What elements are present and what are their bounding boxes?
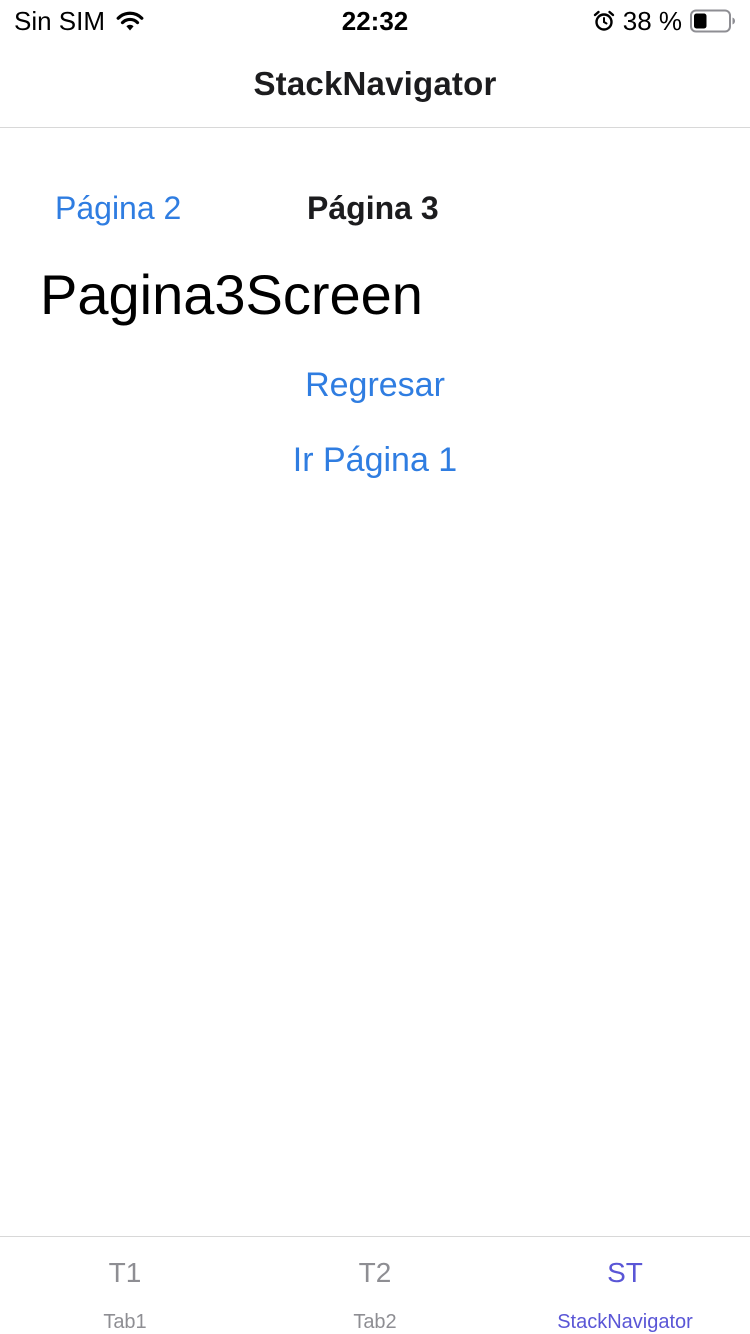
tab2-label: Tab2 — [353, 1311, 397, 1333]
status-left: Sin SIM — [14, 6, 145, 36]
pagina2-link[interactable]: Página 2 — [55, 190, 181, 227]
battery-percent: 38 % — [622, 5, 682, 36]
tab-bar: T1 Tab1 T2 Tab2 ST StackNavigator — [0, 1236, 750, 1334]
carrier-label: Sin SIM — [14, 5, 106, 36]
alarm-icon — [593, 10, 614, 31]
go-page1-button[interactable]: Ir Página 1 — [0, 441, 750, 480]
top-links: Página 2 Página 3 — [0, 190, 750, 236]
tab-stacknavigator[interactable]: ST StackNavigator — [500, 1237, 750, 1334]
tab2-icon: T2 — [358, 1257, 392, 1288]
screen: Sin SIM 22:32 38 % StackNavigator Página… — [0, 0, 750, 1334]
page-title: StackNavigator — [253, 64, 497, 102]
current-page-label: Página 3 — [307, 190, 439, 226]
back-button[interactable]: Regresar — [0, 366, 750, 405]
tab1-icon: T1 — [108, 1257, 142, 1288]
stacknavigator-tab-label: StackNavigator — [557, 1311, 693, 1333]
status-bar: Sin SIM 22:32 38 % — [0, 0, 750, 40]
tab-tab1[interactable]: T1 Tab1 — [0, 1237, 250, 1334]
screen-title: Pagina3Screen — [40, 263, 423, 326]
wifi-icon — [116, 11, 144, 31]
tab-tab2[interactable]: T2 Tab2 — [250, 1237, 500, 1334]
status-right: 38 % — [593, 6, 736, 36]
stacknavigator-tab-icon: ST — [607, 1257, 643, 1288]
tab1-label: Tab1 — [103, 1311, 147, 1333]
battery-icon — [690, 9, 735, 33]
nav-header: StackNavigator — [0, 40, 750, 128]
